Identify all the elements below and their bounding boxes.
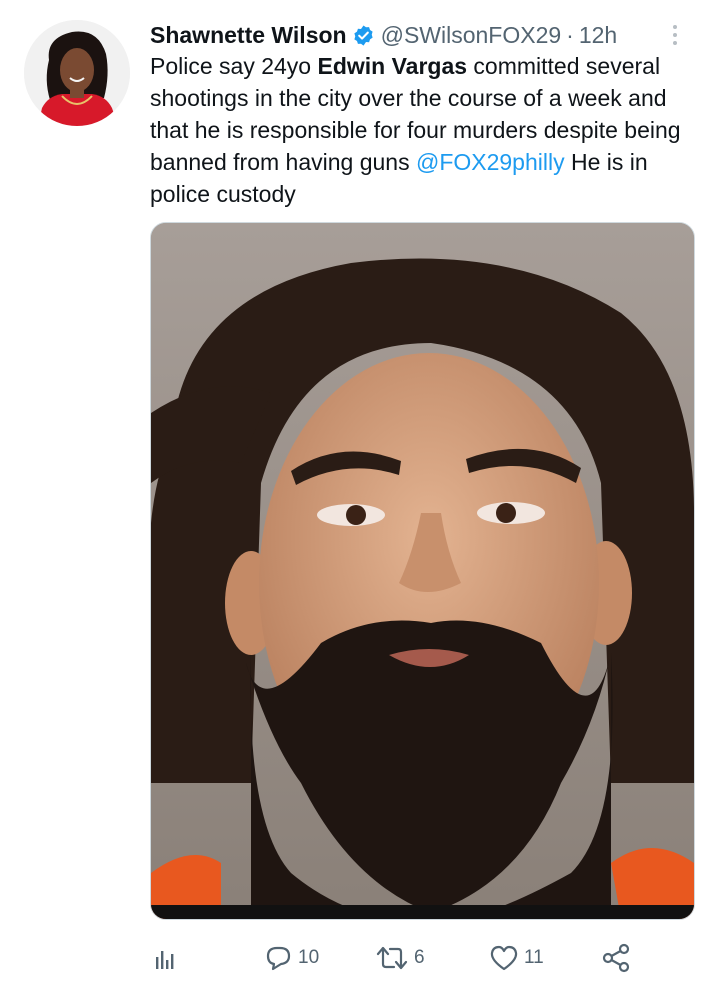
share-icon	[602, 943, 630, 973]
retweet-icon	[376, 946, 408, 970]
tweet-text: Police say 24yo Edwin Vargas committed s…	[150, 50, 700, 210]
mugshot-image	[151, 223, 694, 919]
author-handle[interactable]: @SWilsonFOX29	[381, 22, 562, 49]
reply-button[interactable]: 10	[262, 938, 319, 978]
retweet-count: 6	[414, 947, 425, 968]
retweet-button[interactable]: 6	[374, 938, 425, 978]
author-name[interactable]: Shawnette Wilson	[150, 22, 347, 49]
tweet-actions: 10 6 11	[150, 938, 650, 978]
tweet-timestamp[interactable]: 12h	[579, 22, 617, 49]
like-button[interactable]: 11	[488, 938, 544, 978]
share-button[interactable]	[600, 938, 632, 978]
analytics-button[interactable]	[150, 938, 180, 978]
more-options-icon[interactable]	[662, 18, 688, 52]
tweet-header: Shawnette Wilson @SWilsonFOX29 · 12h	[150, 18, 694, 52]
tweet-text-bold-name: Edwin Vargas	[317, 53, 468, 79]
reply-icon	[266, 946, 291, 971]
verified-badge-icon	[352, 24, 375, 47]
tweet-media-photo[interactable]	[150, 222, 695, 920]
like-count: 11	[524, 947, 544, 968]
mention-link[interactable]: @FOX29philly	[416, 149, 565, 175]
tweet-text-part1: Police say 24yo	[150, 53, 318, 79]
avatar-photo	[24, 20, 130, 126]
bar-chart-icon	[156, 951, 174, 969]
separator-dot: ·	[566, 21, 574, 48]
reply-count: 10	[298, 947, 320, 968]
heart-icon	[490, 945, 518, 971]
author-avatar[interactable]	[24, 20, 130, 126]
